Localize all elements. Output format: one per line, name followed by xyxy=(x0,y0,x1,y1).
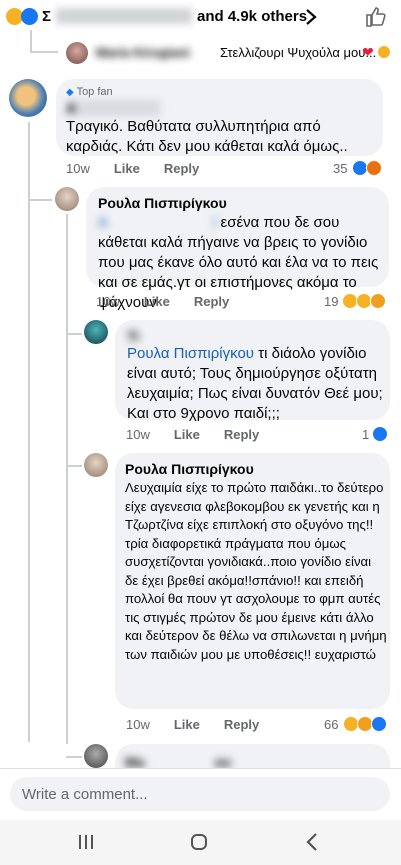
mention-link[interactable]: Α ί xyxy=(98,214,216,231)
recent-apps-icon[interactable] xyxy=(77,833,95,851)
composer-bar: Write a comment... xyxy=(0,768,401,821)
preview-reply-name[interactable]: Maria Kirogiani xyxy=(96,45,190,60)
reaction-count[interactable]: 19 xyxy=(324,294,338,309)
reaction-count[interactable]: 66 xyxy=(324,717,338,732)
comment-actions: 10w Like Reply xyxy=(96,294,253,309)
avatar[interactable] xyxy=(84,744,108,768)
reply-button[interactable]: Reply xyxy=(164,161,199,176)
comment-text: Λευχαιμία είχε το πρώτο παιδάκι..το δεύτ… xyxy=(125,480,387,662)
crying-emoji-icon xyxy=(378,46,390,58)
reply-button[interactable]: Reply xyxy=(194,294,229,309)
thread-branch xyxy=(66,465,82,467)
reaction-count[interactable]: 35 xyxy=(333,161,347,176)
comment-time: 10w xyxy=(126,717,150,732)
thread-branch xyxy=(30,51,58,53)
like-button[interactable]: Like xyxy=(174,717,200,732)
thread-line xyxy=(30,30,32,52)
top-fan-label: Top fan xyxy=(76,86,113,98)
care-reaction-icon xyxy=(370,293,386,309)
comment-author[interactable]: Ρουλα Πισπιρίγκου xyxy=(98,195,227,211)
comment-author[interactable]: Ρουλα Πισπιρίγκου xyxy=(125,461,254,477)
reactors-first-letter: Σ xyxy=(42,8,52,25)
heart-icon: ❤ xyxy=(362,44,374,60)
thread-branch xyxy=(28,199,52,201)
comment-text: Ρουλα Πισπιρίγκου τι διάολο γονίδιο είνα… xyxy=(127,344,389,424)
comment-text: Τραγικό. Βαθύτατα συλλυπητήρια από καρδι… xyxy=(66,118,348,155)
thread-line xyxy=(66,214,68,744)
thread-line xyxy=(28,122,30,742)
like-reaction-icon xyxy=(372,426,388,442)
home-icon[interactable] xyxy=(189,832,209,852)
like-reaction-icon xyxy=(371,716,387,732)
reactors-bar[interactable]: Σ and 4.9k others xyxy=(0,0,401,34)
comment-actions: 10w Like Reply xyxy=(126,717,283,732)
back-icon[interactable] xyxy=(305,832,319,852)
avatar[interactable] xyxy=(9,79,47,117)
comment-time: 10w xyxy=(96,294,120,309)
like-button[interactable]: Like xyxy=(144,294,170,309)
comment-author[interactable]: Ti xyxy=(127,328,181,344)
comment-actions: 10w Like Reply xyxy=(66,161,223,176)
reply-button[interactable]: Reply xyxy=(224,717,259,732)
avatar[interactable] xyxy=(84,320,108,344)
comment-bubble[interactable]: Ρουλα Πισπιρίγκου Α ί εσένα που δε σου κ… xyxy=(86,187,389,311)
mention-link[interactable]: Ρουλα Πισπιρίγκου xyxy=(127,345,254,362)
reactors-names-redacted xyxy=(56,8,192,24)
comment-time: 10w xyxy=(66,161,90,176)
comment-actions: 10w Like Reply xyxy=(126,427,283,442)
gem-icon: ◆ xyxy=(66,87,74,98)
comment-input-placeholder: Write a comment... xyxy=(22,786,148,803)
comment-time: 10w xyxy=(126,427,150,442)
angry-reaction-icon xyxy=(366,160,382,176)
top-fan-badge: ◆ Top fan xyxy=(66,86,113,98)
comment-bubble[interactable]: ◆ Top fan A Τραγικό. Βαθύτατα συλλυπητήρ… xyxy=(56,79,383,156)
reactors-summary: and 4.9k others xyxy=(197,8,308,25)
preview-reply-text: Στελλιζουρι Ψυχούλα μου... xyxy=(220,45,377,60)
thread-branch xyxy=(66,756,82,758)
android-nav-bar xyxy=(0,820,401,865)
chevron-right-icon[interactable] xyxy=(305,8,317,26)
like-reaction-icon xyxy=(21,8,38,25)
comment-author[interactable]: A xyxy=(66,100,161,116)
avatar[interactable] xyxy=(66,42,88,64)
comment-bubble[interactable]: Ti Ρουλα Πισπιρίγκου τι διάολο γονίδιο ε… xyxy=(115,320,390,422)
reply-button[interactable]: Reply xyxy=(224,427,259,442)
like-button[interactable]: Like xyxy=(174,427,200,442)
like-button[interactable]: Like xyxy=(114,161,140,176)
thread-branch xyxy=(66,333,82,335)
reaction-count[interactable]: 1 xyxy=(362,427,369,442)
comment-bubble[interactable]: Ρουλα Πισπιρίγκου Λευχαιμία είχε το πρώτ… xyxy=(115,453,390,709)
thumbs-up-icon[interactable] xyxy=(364,5,388,29)
avatar[interactable] xyxy=(55,187,79,211)
comment-input[interactable]: Write a comment... xyxy=(10,777,390,811)
avatar[interactable] xyxy=(84,453,108,477)
